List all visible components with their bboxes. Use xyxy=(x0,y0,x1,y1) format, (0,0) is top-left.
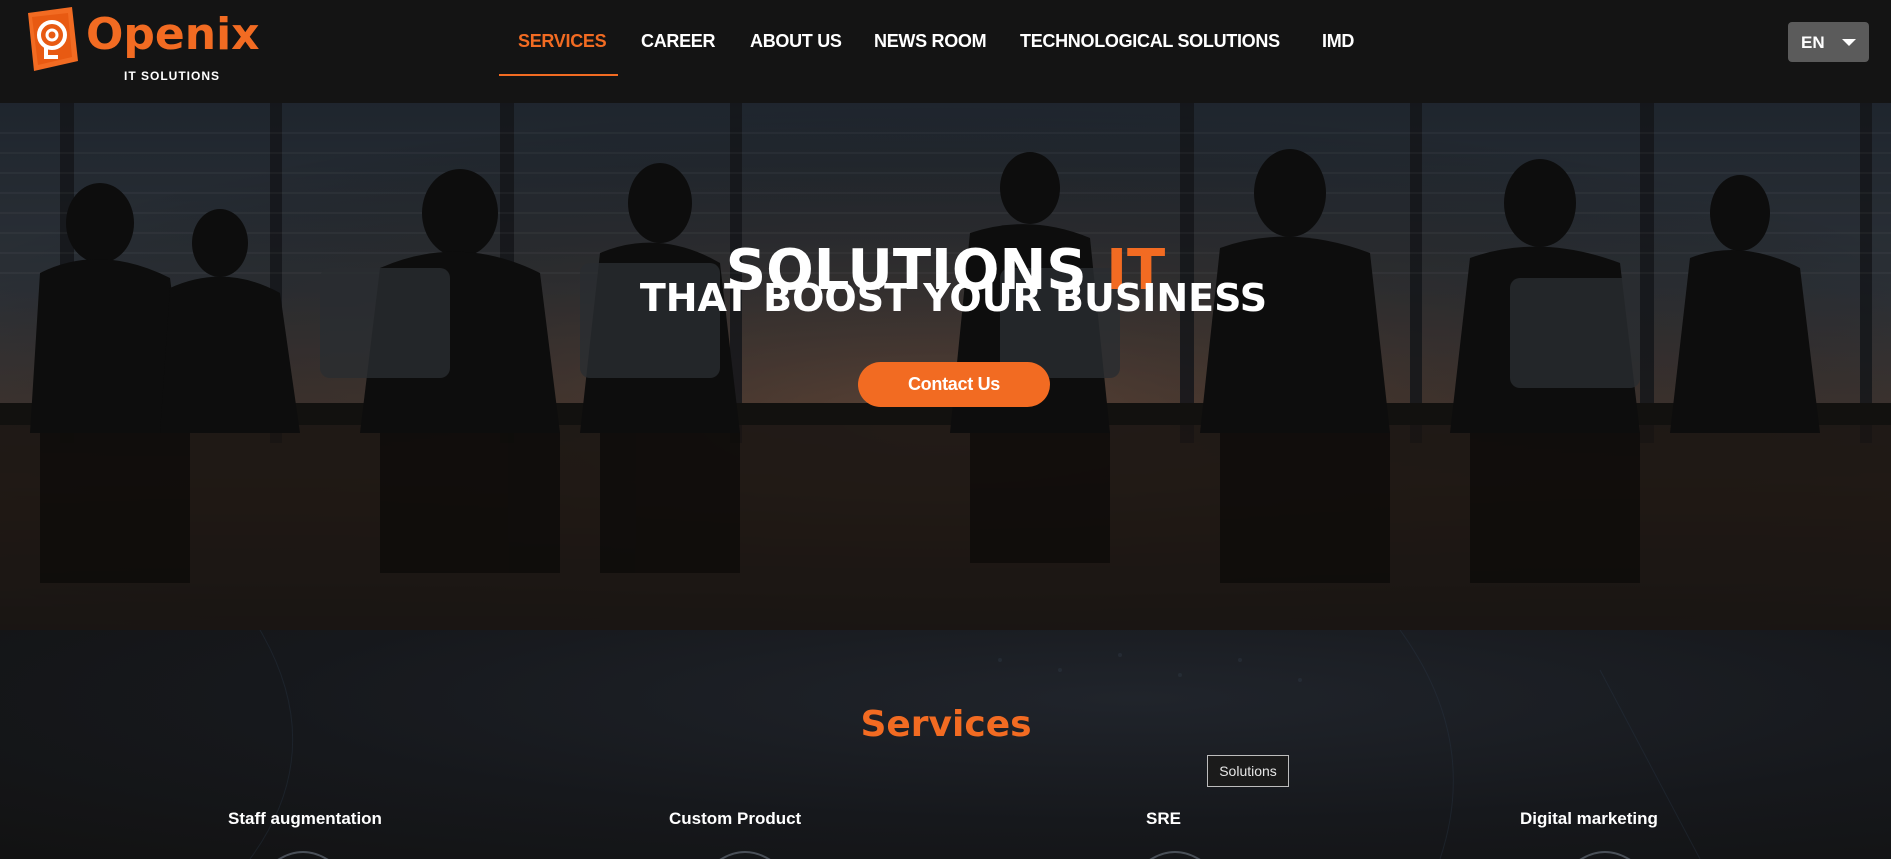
nav-item-news-room[interactable]: NEWS ROOM xyxy=(874,31,987,52)
hero-subtitle: THAT BOOST YOUR BUSINESS xyxy=(639,276,1268,320)
service-sre[interactable]: SRE xyxy=(1146,809,1181,829)
digital-marketing-icon xyxy=(1579,851,1631,859)
services-heading: Services xyxy=(860,703,1032,745)
nav-item-career[interactable]: CAREER xyxy=(641,31,716,52)
service-digital-marketing[interactable]: Digital marketing xyxy=(1520,809,1658,829)
sre-icon xyxy=(1149,851,1201,859)
nav-item-about-us[interactable]: ABOUT US xyxy=(750,31,842,52)
language-select[interactable]: EN xyxy=(1788,22,1869,62)
services-section: Services Solutions Staff augmentation Cu… xyxy=(0,630,1891,859)
brand-tagline: IT SOLUTIONS xyxy=(124,69,220,83)
brand-name: Openix xyxy=(86,9,260,60)
active-nav-indicator xyxy=(499,74,618,76)
staff-augmentation-icon xyxy=(277,851,329,859)
logo-head-icon xyxy=(28,7,78,71)
site-header: Openix IT SOLUTIONS SERVICES CAREER ABOU… xyxy=(0,0,1891,103)
service-staff-augmentation[interactable]: Staff augmentation xyxy=(228,809,382,829)
nav-item-technological-solutions[interactable]: TECHNOLOGICAL SOLUTIONS xyxy=(1020,31,1280,52)
contact-us-button[interactable]: Contact Us xyxy=(858,362,1050,407)
language-value: EN xyxy=(1801,33,1825,52)
chevron-down-icon xyxy=(1842,39,1856,46)
custom-product-icon xyxy=(719,851,771,859)
solutions-tooltip: Solutions xyxy=(1207,755,1289,787)
hero-banner: SOLUTIONS IT THAT BOOST YOUR BUSINESS Co… xyxy=(0,103,1891,630)
brand-logo[interactable]: Openix IT SOLUTIONS xyxy=(22,5,260,85)
service-custom-product[interactable]: Custom Product xyxy=(669,809,801,829)
nav-item-imd[interactable]: IMD xyxy=(1322,31,1354,52)
nav-item-services[interactable]: SERVICES xyxy=(518,31,607,52)
